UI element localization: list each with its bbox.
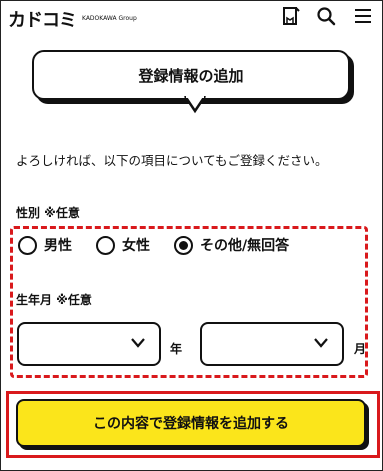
- radio-circle-selected[interactable]: [174, 235, 193, 255]
- year-unit-label: 年: [170, 342, 183, 356]
- dialog-title: 登録情報の追加: [138, 66, 244, 85]
- intro-text: よろしければ、以下の項目についてもご登録ください。: [16, 153, 328, 168]
- gender-label: 性別 ※任意: [16, 206, 80, 220]
- submit-button[interactable]: この内容で登録情報を追加する: [16, 399, 366, 447]
- radio-circle[interactable]: [18, 235, 37, 255]
- bookshelf-icon[interactable]: [281, 6, 301, 26]
- logo-subtitle: KADOKAWA Group: [82, 15, 137, 22]
- menu-icon[interactable]: [353, 6, 373, 26]
- radio-label: 女性: [122, 238, 150, 254]
- month-unit-label: 月: [354, 342, 367, 356]
- dialog-title-bubble: 登録情報の追加: [32, 50, 350, 100]
- radio-circle[interactable]: [96, 235, 115, 255]
- chevron-down-icon: [314, 338, 328, 348]
- radio-other[interactable]: その他/無回答: [174, 235, 289, 255]
- bubble-tail: [184, 96, 206, 114]
- birth-year-select[interactable]: [17, 322, 161, 366]
- radio-male[interactable]: 男性: [18, 235, 72, 255]
- chevron-down-icon: [131, 338, 145, 348]
- search-icon[interactable]: [316, 6, 336, 26]
- site-header: カドコミ KADOKAWA Group: [0, 0, 383, 34]
- radio-label: その他/無回答: [200, 238, 290, 254]
- site-logo[interactable]: カドコミ: [8, 6, 77, 32]
- birth-label: 生年月 ※任意: [16, 293, 92, 307]
- radio-label: 男性: [44, 238, 72, 254]
- birth-month-select[interactable]: [200, 322, 344, 366]
- radio-female[interactable]: 女性: [96, 235, 150, 255]
